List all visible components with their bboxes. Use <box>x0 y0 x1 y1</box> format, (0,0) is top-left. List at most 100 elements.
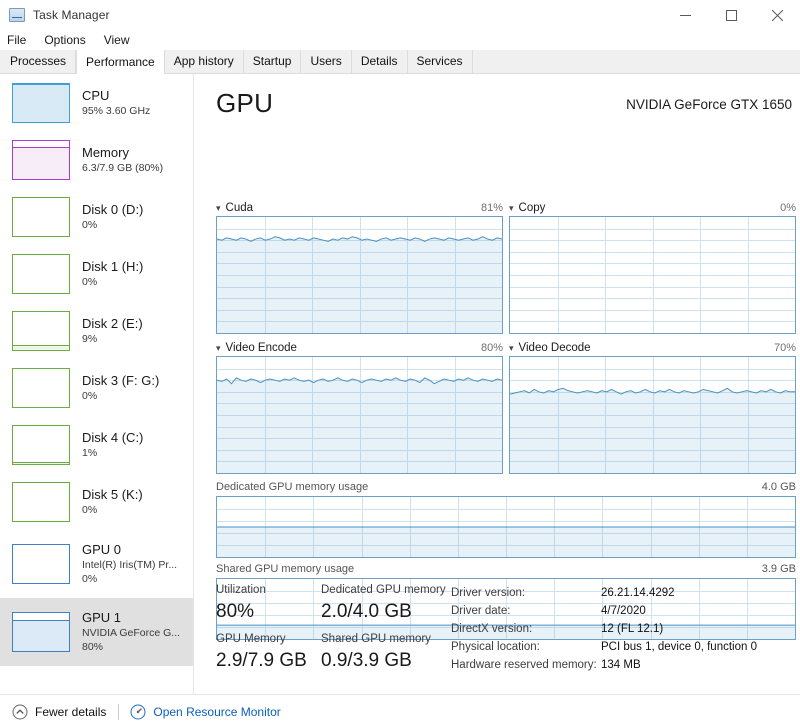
engine-value: 70% <box>773 342 796 354</box>
open-resource-monitor-link[interactable]: Open Resource Monitor <box>130 704 281 720</box>
chevron-down-icon[interactable]: ▾ <box>509 203 514 213</box>
resource-monitor-icon <box>130 704 146 719</box>
maximize-button[interactable] <box>708 0 754 30</box>
stat-dedicated-gpu-memory: Dedicated GPU memory 2.0/4.0 GB <box>321 582 446 625</box>
tab-details[interactable]: Details <box>351 50 408 73</box>
menu-bar: File Options View <box>0 30 800 50</box>
detail-hardware-reserved-memory: Hardware reserved memory: 134 MB <box>451 656 796 674</box>
sidebar-item-memory[interactable]: Memory 6.3/7.9 GB (80%) <box>0 131 194 188</box>
sidebar-item-text: Memory 6.3/7.9 GB (80%) <box>82 145 163 175</box>
tab-users[interactable]: Users <box>301 50 352 73</box>
menu-item-options[interactable]: Options <box>35 30 94 50</box>
detail-value: 12 (FL 12.1) <box>601 623 664 635</box>
sidebar-item-subtext: Intel(R) Iris(TM) Pr... <box>82 559 178 571</box>
sidebar-item-gpu-1[interactable]: GPU 1 NVIDIA GeForce G... 80% <box>0 598 194 666</box>
chevron-down-icon[interactable]: ▾ <box>509 343 514 353</box>
sidebar-item-label: Disk 3 (F: G:) <box>82 372 160 388</box>
tab-services[interactable]: Services <box>407 50 473 73</box>
thumbnail-fill <box>13 148 69 179</box>
sidebar-item-disk-5-k[interactable]: Disk 5 (K:) 0% <box>0 473 194 530</box>
gpu-detail-panel: GPU NVIDIA GeForce GTX 1650 ▾ Cuda 81% ▾… <box>194 74 800 694</box>
resource-sidebar[interactable]: CPU 95% 3.60 GHz Memory 6.3/7.9 GB (80%) Dis… <box>0 74 194 694</box>
chevron-down-icon[interactable]: ▾ <box>216 343 221 353</box>
tab-app-history[interactable]: App history <box>164 50 244 73</box>
tab-performance[interactable]: Performance <box>76 50 165 74</box>
sidebar-item-label: Memory <box>82 144 129 160</box>
sidebar-thumbnail <box>12 82 70 123</box>
gpu-model-name: NVIDIA GeForce GTX 1650 <box>626 97 792 112</box>
sidebar-item-disk-4-c[interactable]: Disk 4 (C:) 1% <box>0 416 194 473</box>
sidebar-item-disk-0-d[interactable]: Disk 0 (D:) 0% <box>0 188 194 245</box>
sidebar-item-gpu-0[interactable]: GPU 0 Intel(R) Iris(TM) Pr... 0% <box>0 530 194 598</box>
stat-value: 2.9/7.9 GB <box>216 650 307 671</box>
close-button[interactable] <box>754 0 800 30</box>
detail-driver-date: Driver date: 4/7/2020 <box>451 602 796 620</box>
sidebar-item-disk-2-e[interactable]: Disk 2 (E:) 9% <box>0 302 194 359</box>
sidebar-item-disk-3-f-g[interactable]: Disk 3 (F: G:) 0% <box>0 359 194 416</box>
detail-value: 134 MB <box>601 659 641 671</box>
sidebar-item-subtext-2: 0% <box>82 573 98 585</box>
sidebar-item-cpu[interactable]: CPU 95% 3.60 GHz <box>0 74 194 131</box>
thumbnail-trace <box>13 462 69 464</box>
sidebar-thumbnail <box>12 544 70 584</box>
title-bar: Task Manager <box>0 0 800 30</box>
engine-label-cuda[interactable]: ▾ Cuda 81% <box>216 202 503 214</box>
sidebar-item-label: Disk 2 (E:) <box>82 315 143 331</box>
sidebar-item-text: Disk 5 (K:) 0% <box>82 487 143 517</box>
stat-shared-gpu-memory: Shared GPU memory 0.9/3.9 GB <box>321 631 431 674</box>
detail-value: 4/7/2020 <box>601 605 646 617</box>
fewer-details-label: Fewer details <box>35 704 107 719</box>
detail-physical-location: Physical location: PCI bus 1, device 0, … <box>451 638 796 656</box>
fewer-details-button[interactable]: Fewer details <box>12 704 106 720</box>
detail-key: Physical location: <box>451 641 540 653</box>
detail-key: DirectX version: <box>451 623 533 635</box>
thumbnail-trace <box>13 147 69 149</box>
status-separator <box>118 703 120 720</box>
detail-key: Hardware reserved memory: <box>451 659 597 671</box>
detail-directx-version: DirectX version: 12 (FL 12.1) <box>451 620 796 638</box>
graph-video-encode <box>216 356 503 474</box>
graph-dedicated-gpu-memory <box>216 496 796 558</box>
stat-value: 2.0/4.0 GB <box>321 601 412 622</box>
sidebar-item-label: GPU 1 <box>82 610 122 625</box>
engine-label-copy[interactable]: ▾ Copy 0% <box>509 202 796 214</box>
menu-item-file[interactable]: File <box>0 30 35 50</box>
detail-value: 26.21.14.4292 <box>601 587 675 599</box>
sidebar-item-label: Disk 0 (D:) <box>82 201 144 217</box>
thumbnail-trace <box>13 345 69 347</box>
sidebar-thumbnail <box>12 310 70 351</box>
sidebar-item-label: Disk 1 (H:) <box>82 258 144 274</box>
sidebar-item-text: Disk 1 (H:) 0% <box>82 259 143 289</box>
sidebar-thumbnail <box>12 253 70 294</box>
page-title: GPU <box>216 88 274 118</box>
sidebar-item-subtext: 0% <box>82 389 98 402</box>
shared-memory-label: Shared GPU memory usage <box>216 563 355 575</box>
menu-item-view[interactable]: View <box>95 30 139 50</box>
sidebar-item-subtext: 0% <box>82 275 98 288</box>
stat-label: Dedicated GPU memory <box>321 584 446 596</box>
stat-value: 0.9/3.9 GB <box>321 650 412 671</box>
dedicated-memory-label-row: Dedicated GPU memory usage 4.0 GB <box>216 481 796 493</box>
sidebar-item-label: Disk 5 (K:) <box>82 486 143 502</box>
status-bar: Fewer details Open Resource Monitor <box>0 694 800 728</box>
engine-label-video-decode[interactable]: ▾ Video Decode 70% <box>509 342 796 354</box>
minimize-button[interactable] <box>662 0 708 30</box>
stat-utilization: Utilization 80% <box>216 582 266 625</box>
stat-label: Utilization <box>216 584 266 596</box>
sidebar-item-subtext: 0% <box>82 218 98 231</box>
tab-processes[interactable]: Processes <box>0 50 77 73</box>
sidebar-item-text: Disk 0 (D:) 0% <box>82 202 143 232</box>
detail-driver-version: Driver version: 26.21.14.4292 <box>451 584 796 602</box>
detail-value: PCI bus 1, device 0, function 0 <box>601 641 757 653</box>
chevron-down-icon[interactable]: ▾ <box>216 203 221 213</box>
sidebar-item-disk-1-h[interactable]: Disk 1 (H:) 0% <box>0 245 194 302</box>
tab-startup[interactable]: Startup <box>243 50 302 73</box>
dedicated-memory-label: Dedicated GPU memory usage <box>216 481 369 493</box>
sidebar-item-text: CPU 95% 3.60 GHz <box>82 88 150 118</box>
engine-name: Video Decode <box>518 342 591 354</box>
sidebar-thumbnail <box>12 481 70 522</box>
engine-value: 0% <box>780 202 796 214</box>
sidebar-item-text: Disk 3 (F: G:) 0% <box>82 373 159 403</box>
sidebar-item-subtext: 95% 3.60 GHz <box>82 104 151 117</box>
engine-label-video-encode[interactable]: ▾ Video Encode 80% <box>216 342 503 354</box>
